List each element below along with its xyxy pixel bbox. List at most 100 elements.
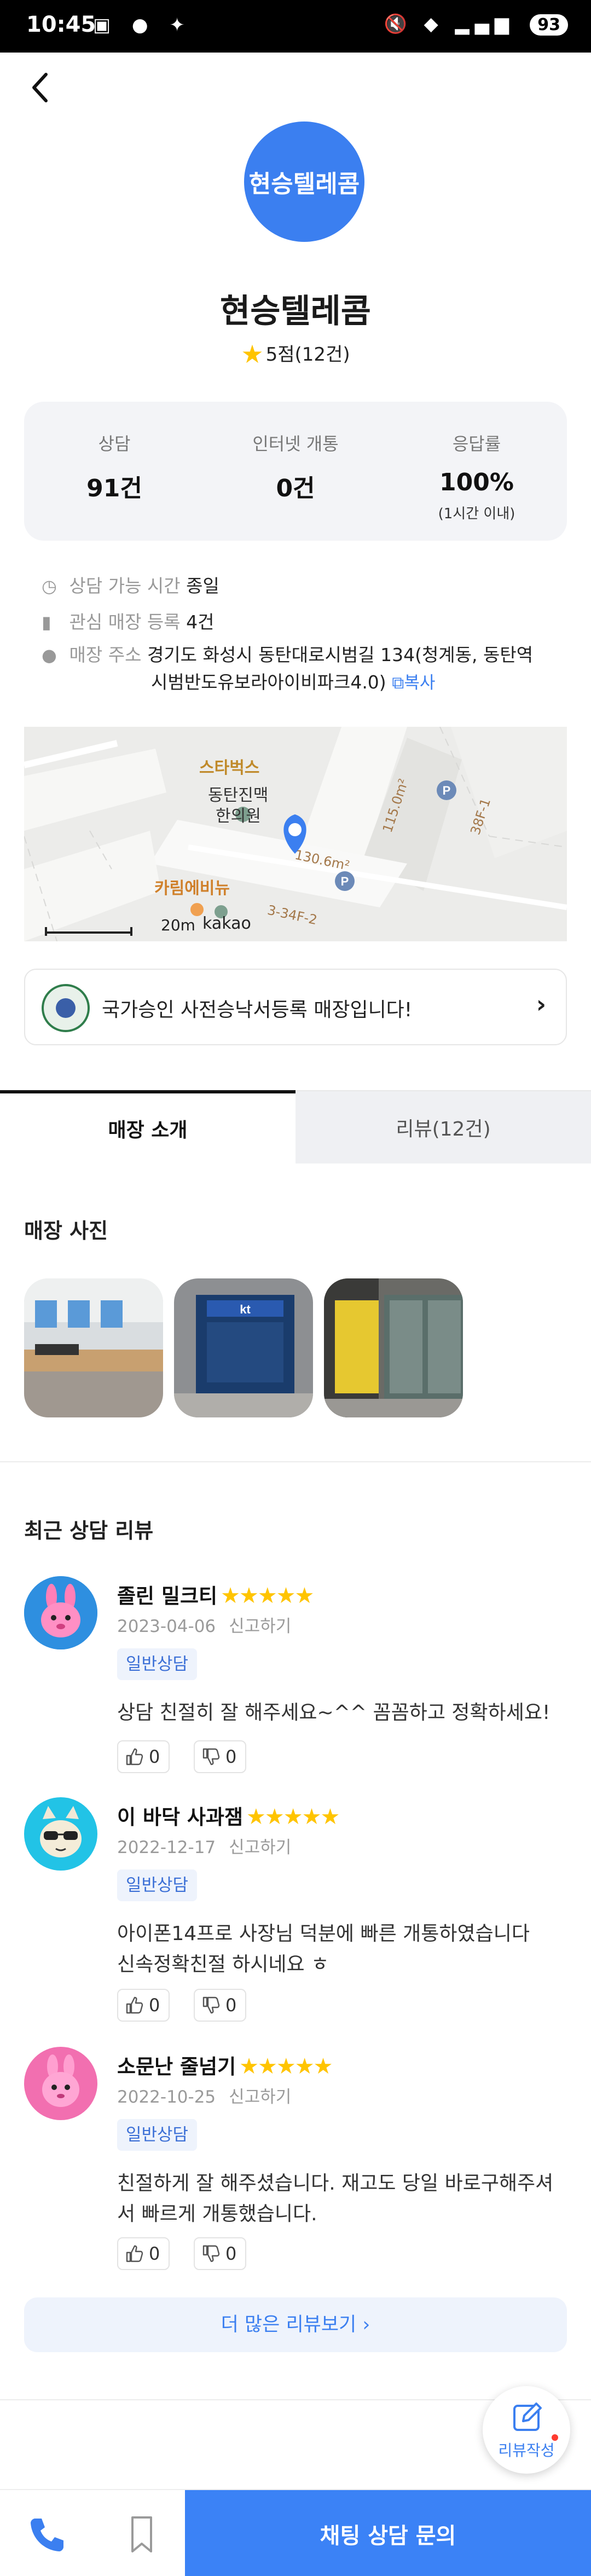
like-button[interactable]: 0 [117, 2237, 170, 2270]
map-label-cafe: 카림에비뉴 [154, 879, 230, 898]
store-map[interactable]: P P 스타벅스 동탄진맥 한의원 카림에비뉴 115.0m² 130.6m² … [24, 727, 567, 941]
info-value: 4건 [186, 611, 215, 633]
info-label: 관심 매장 등록 [69, 611, 181, 633]
stat-internet: 인터넷 개통 0건 [205, 402, 386, 541]
svg-text:P: P [443, 784, 451, 797]
rating-stars: ★★★★★ [246, 1804, 340, 1830]
review-date-row: 2022-12-17 신고하기 [117, 1833, 291, 1858]
info-label: 상담 가능 시간 [69, 575, 181, 597]
dislike-count: 0 [225, 2243, 237, 2264]
info-address: ● 매장 주소 경기도 화성시 동탄대로시범길 134(청계동, 동탄역 [42, 640, 567, 667]
store-photo-image: kt [174, 1278, 313, 1417]
write-review-label: 리뷰작성 [498, 2441, 555, 2459]
star-icon: ★ [241, 339, 264, 369]
call-button[interactable] [22, 2510, 71, 2559]
review-body-line: 친절하게 잘 해주셨습니다. 재고도 당일 바로구해주셔 [117, 2172, 554, 2195]
thumbs-down-icon [201, 1745, 220, 1775]
copy-label: 복사 [404, 673, 436, 693]
review-body-line: 서 빠르게 개통했습니다. [117, 2203, 317, 2225]
certification-text: 국가승인 사전승낙서등록 매장입니다! [102, 999, 413, 1021]
rating-stars: ★★★★★ [239, 2054, 333, 2079]
dislike-button[interactable]: 0 [194, 2237, 247, 2270]
chat-consult-button[interactable]: 채팅 상담 문의 [185, 2490, 591, 2576]
avatar [24, 2047, 97, 2120]
stat-value: 91건 [86, 474, 142, 502]
stat-sub: (1시간 이내) [438, 506, 515, 522]
dislike-button[interactable]: 0 [194, 1989, 247, 2024]
dislike-count: 0 [225, 1746, 237, 1767]
like-button[interactable]: 0 [117, 1989, 170, 2022]
copy-address-button[interactable]: ⧉복사 [392, 673, 435, 693]
store-photo-image [324, 1278, 463, 1417]
stat-label: 상담 [98, 433, 131, 454]
review-date: 2022-12-17 [117, 1838, 216, 1857]
review-date: 2023-04-06 [117, 1617, 216, 1636]
more-reviews-button[interactable]: 더 많은 리뷰보기 › [24, 2297, 567, 2352]
clock-icon: ◷ [42, 576, 57, 597]
review-date-row: 2023-04-06 신고하기 [117, 1612, 291, 1637]
review-body: 친절하게 잘 해주셨습니다. 재고도 당일 바로구해주셔 서 빠르게 개통했습니… [117, 2168, 566, 2230]
reviews-title: 최근 상담 리뷰 [24, 1519, 154, 1543]
reviewer-name: 소문난 줄넘기 ★★★★★ [117, 2050, 333, 2080]
phone-icon [31, 2519, 63, 2551]
store-name: 현승텔레콤 [220, 292, 371, 331]
bookmark-icon [131, 2516, 152, 2552]
tab-reviews[interactable]: 리뷰(12건) [296, 1090, 591, 1163]
pink-bunny-avatar-icon [24, 2047, 97, 2120]
like-count: 0 [149, 1995, 160, 2016]
reviewer-name-text: 소문난 줄넘기 [117, 2055, 236, 2079]
reviewer-name: 이 바닥 사과잼 ★★★★★ [117, 1801, 340, 1830]
chevron-right-icon: › [536, 991, 546, 1018]
bookmark-button[interactable] [117, 2510, 166, 2559]
copy-icon: ⧉ [392, 673, 404, 693]
rating-stars: ★★★★★ [221, 1583, 314, 1608]
like-button[interactable]: 0 [117, 1740, 170, 1773]
store-rating: ★ 5점(12건) [0, 339, 591, 369]
status-time: 10:45 [26, 12, 96, 37]
thumbs-up-icon [125, 1993, 143, 2024]
info-hours: ◷ 상담 가능 시간 종일 [42, 571, 567, 598]
status-bar: 10:45 ▣ ● ✦ 🔇 ◆ ▂▄▆ 93 [0, 0, 591, 53]
store-photo-3[interactable] [324, 1278, 463, 1417]
certification-banner[interactable]: 국가승인 사전승낙서등록 매장입니다! › [24, 969, 567, 1045]
thumbs-down-icon [201, 1993, 220, 2024]
report-link[interactable]: 신고하기 [229, 1617, 291, 1636]
edit-icon [513, 2403, 542, 2431]
report-link[interactable]: 신고하기 [229, 1838, 291, 1857]
report-link[interactable]: 신고하기 [229, 2087, 291, 2107]
review-item: 졸린 밀크티 ★★★★★ 2023-04-06 신고하기 일반상담 상담 친절히 잘… [24, 1576, 567, 1773]
consult-type-badge: 일반상담 [117, 1648, 198, 1680]
tab-store-intro[interactable]: 매장 소개 [0, 1090, 296, 1163]
tab-bar: 매장 소개 리뷰(12건) [0, 1090, 591, 1163]
notification-icons: ▣ ● ✦ [93, 14, 193, 36]
stats-card: 상담 91건 인터넷 개통 0건 응답률 100% (1시간 이내) [24, 402, 567, 541]
info-label: 매장 주소 [69, 644, 142, 665]
info-value: 종일 [186, 575, 219, 597]
chevron-left-icon [32, 73, 48, 102]
dislike-button[interactable]: 0 [194, 1740, 247, 1775]
stat-label: 응답률 [452, 433, 501, 454]
svg-text:kt: kt [240, 1303, 251, 1316]
dislike-count: 0 [225, 1995, 237, 2016]
write-review-button[interactable]: 리뷰작성 [483, 2386, 570, 2474]
bottom-action-bar: 채팅 상담 문의 [0, 2489, 591, 2576]
rating-text: 5점(12건) [265, 344, 350, 366]
stat-consult: 상담 91건 [24, 402, 205, 541]
location-pin-icon: ● [42, 645, 57, 665]
store-photo-1[interactable] [24, 1278, 163, 1417]
address-line2: 시범반도유보라아이비파크4.0) [151, 672, 386, 693]
store-photo-2[interactable]: kt [174, 1278, 313, 1417]
map-label-clinic-2: 한의원 [216, 807, 261, 826]
avatar [24, 1797, 97, 1871]
avatar [24, 1576, 97, 1649]
store-photo-image [24, 1278, 163, 1417]
kakao-logo: kakao [202, 914, 251, 933]
thumbs-up-icon [125, 1745, 143, 1775]
cat-sunglasses-avatar-icon [24, 1797, 97, 1871]
system-status-icons: 🔇 ◆ ▂▄▆ [384, 13, 514, 35]
info-favorites: ▮ 관심 매장 등록 4건 [42, 607, 567, 634]
bunny-avatar-icon [24, 1576, 97, 1649]
reviewer-name-text: 졸린 밀크티 [117, 1584, 218, 1608]
info-address-cont: 시범반도유보라아이비파크4.0) ⧉복사 [151, 668, 567, 694]
back-button[interactable] [24, 66, 57, 109]
